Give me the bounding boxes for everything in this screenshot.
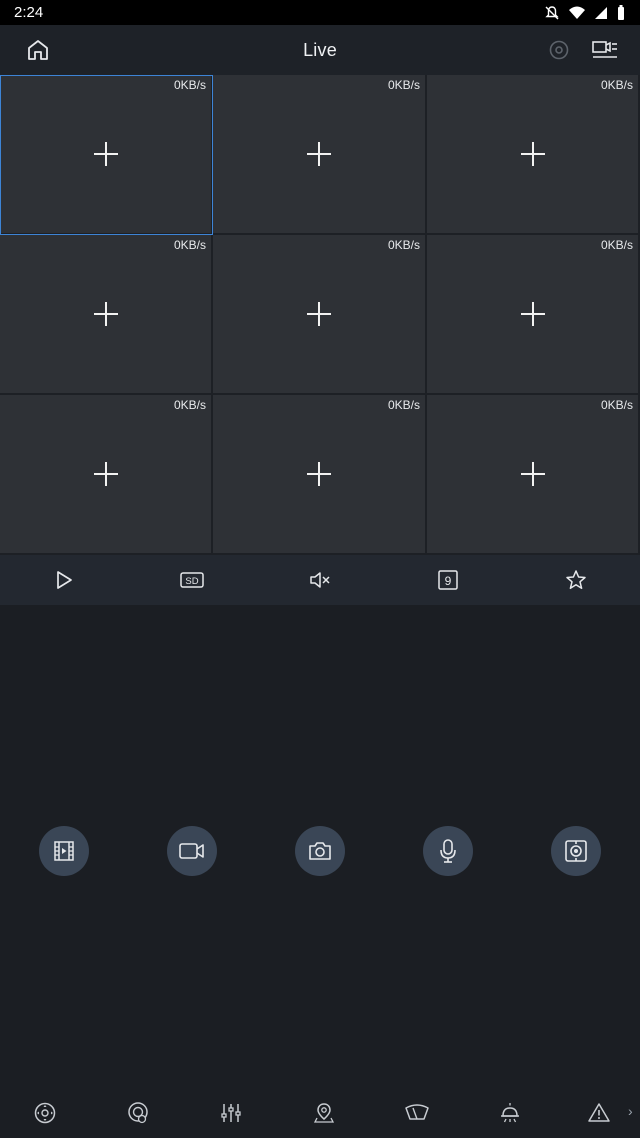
add-device-icon[interactable] xyxy=(93,461,119,487)
stream-quality-button[interactable]: SD xyxy=(172,560,212,600)
location-pin-icon xyxy=(313,1103,335,1123)
video-cell-8[interactable]: 0KB/s xyxy=(213,395,427,555)
add-device-icon[interactable] xyxy=(306,461,332,487)
wifi-icon xyxy=(569,6,585,19)
add-device-icon[interactable] xyxy=(520,301,546,327)
device-list-button[interactable] xyxy=(590,37,620,63)
sd-icon: SD xyxy=(180,572,204,588)
bitrate-label: 0KB/s xyxy=(387,398,420,412)
more-chevron-icon[interactable]: › xyxy=(628,1103,633,1119)
mute-button[interactable] xyxy=(300,560,340,600)
bitrate-label: 0KB/s xyxy=(173,398,206,412)
wiper-button[interactable] xyxy=(403,1099,431,1127)
settings-button[interactable] xyxy=(546,37,572,63)
action-row xyxy=(0,826,640,878)
image-adjust-button[interactable] xyxy=(217,1099,245,1127)
video-cell-2[interactable]: 0KB/s xyxy=(213,75,427,235)
playback-toolbar: SD 9 xyxy=(0,555,640,605)
add-device-icon[interactable] xyxy=(520,461,546,487)
video-camera-icon xyxy=(179,843,204,859)
live-view-grid: 0KB/s 0KB/s 0KB/s 0KB/s 0KB/s 0KB/s 0KB/… xyxy=(0,75,640,555)
film-icon xyxy=(54,841,74,861)
camera-list-icon xyxy=(592,41,617,58)
status-time: 2:24 xyxy=(14,4,44,21)
ptz-direction-button[interactable] xyxy=(31,1099,59,1127)
add-device-icon[interactable] xyxy=(520,141,546,167)
direction-pad-icon xyxy=(34,1102,56,1124)
ptz-button[interactable] xyxy=(551,826,601,876)
bitrate-label: 0KB/s xyxy=(173,238,206,252)
video-cell-1[interactable]: 0KB/s xyxy=(0,75,213,235)
header: Live xyxy=(0,25,640,75)
bitrate-label: 0KB/s xyxy=(600,78,633,92)
alarm-button[interactable] xyxy=(585,1099,613,1127)
bitrate-label: 0KB/s xyxy=(387,238,420,252)
add-device-icon[interactable] xyxy=(93,301,119,327)
split-count-icon: 9 xyxy=(438,570,458,590)
light-icon xyxy=(501,1103,519,1123)
signal-icon xyxy=(595,6,607,19)
play-button[interactable] xyxy=(44,560,84,600)
sd-label: SD xyxy=(185,576,198,587)
camera-icon xyxy=(309,842,331,860)
battery-icon xyxy=(618,4,624,20)
split-count-label: 9 xyxy=(445,574,452,588)
microphone-icon xyxy=(440,839,456,863)
video-cell-6[interactable]: 0KB/s xyxy=(427,235,640,395)
speaker-muted-icon xyxy=(310,572,330,588)
add-device-icon[interactable] xyxy=(306,301,332,327)
split-screen-button[interactable]: 9 xyxy=(428,560,468,600)
video-cell-4[interactable]: 0KB/s xyxy=(0,235,213,395)
status-icons xyxy=(544,4,626,21)
add-device-icon[interactable] xyxy=(93,141,119,167)
notifications-off-icon xyxy=(545,5,559,19)
talk-button[interactable] xyxy=(423,826,473,876)
video-cell-5[interactable]: 0KB/s xyxy=(213,235,427,395)
bitrate-label: 0KB/s xyxy=(387,78,420,92)
page-title: Live xyxy=(303,39,337,60)
play-icon xyxy=(57,571,72,589)
add-device-icon[interactable] xyxy=(306,141,332,167)
favorite-button[interactable] xyxy=(556,560,596,600)
location-button[interactable] xyxy=(310,1099,338,1127)
ptz-control-icon xyxy=(565,840,587,862)
bitrate-label: 0KB/s xyxy=(173,78,206,92)
star-icon xyxy=(566,570,586,590)
snapshot-button[interactable] xyxy=(295,826,345,876)
sliders-icon xyxy=(221,1104,241,1122)
video-cell-7[interactable]: 0KB/s xyxy=(0,395,213,555)
status-bar: 2:24 xyxy=(0,0,640,25)
video-cell-3[interactable]: 0KB/s xyxy=(427,75,640,235)
bitrate-label: 0KB/s xyxy=(600,238,633,252)
gear-icon xyxy=(549,40,569,60)
preset-icon xyxy=(128,1102,148,1124)
bottom-control-bar: › xyxy=(0,1088,640,1138)
bitrate-label: 0KB/s xyxy=(600,398,633,412)
preset-button[interactable] xyxy=(124,1099,152,1127)
playback-button[interactable] xyxy=(39,826,89,876)
warning-icon xyxy=(588,1103,610,1122)
light-button[interactable] xyxy=(496,1099,524,1127)
record-button[interactable] xyxy=(167,826,217,876)
video-cell-9[interactable]: 0KB/s xyxy=(427,395,640,555)
wiper-icon xyxy=(405,1104,429,1120)
